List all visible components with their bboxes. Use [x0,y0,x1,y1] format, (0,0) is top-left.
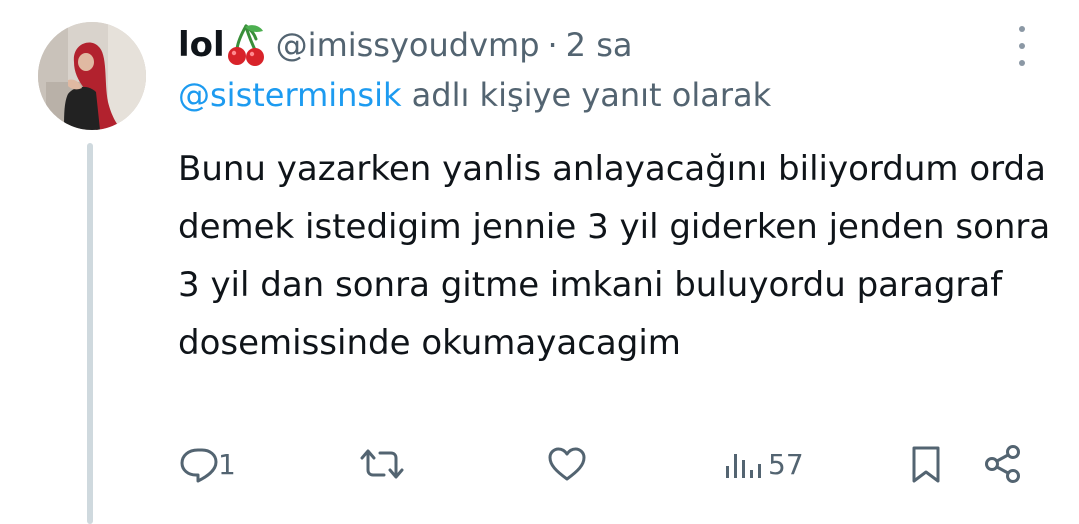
tweet-header: lol @imissyoudvmp · 2 sa [178,22,632,68]
display-name[interactable]: lol [178,25,225,65]
reply-button[interactable]: 1 [178,436,236,492]
more-options-icon[interactable] [1012,26,1032,66]
share-icon [985,445,1020,483]
cherry-emoji-icon [226,23,266,67]
like-button[interactable] [546,436,592,492]
more-dot [1019,26,1025,32]
reply-mention-link[interactable]: @sisterminsik [178,76,402,114]
bookmark-button[interactable] [906,436,946,492]
share-button[interactable] [982,436,1026,492]
bookmark-icon [912,446,940,483]
replying-to: @sisterminsik adlı kişiye yanıt olarak [178,76,771,114]
views-icon [726,454,761,478]
retweet-button[interactable] [356,436,412,492]
views-button[interactable]: 57 [722,436,804,492]
user-handle[interactable]: @imissyoudvmp [276,26,540,64]
avatar-image [38,22,146,130]
heart-icon [548,447,586,481]
reply-count: 1 [218,447,236,481]
more-dot [1019,43,1025,49]
reply-suffix-text: adlı kişiye yanıt olarak [401,76,772,114]
views-count: 57 [768,447,804,481]
tweet-actions: 1 57 [0,436,1079,492]
timestamp[interactable]: 2 sa [566,26,633,64]
more-dot [1019,60,1025,66]
separator-dot: · [547,26,558,64]
avatar[interactable] [38,22,146,130]
tweet-text: Bunu yazarken yanlis anlayacağını biliyo… [178,149,1051,363]
retweet-icon [360,449,404,479]
